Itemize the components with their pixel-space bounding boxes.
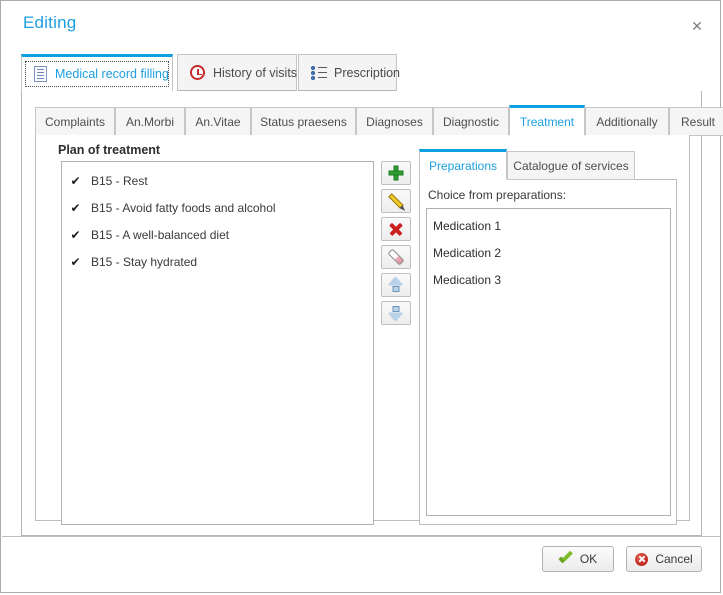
preparations-body: Choice from preparations: Medication 1 M… <box>419 180 677 525</box>
list-item[interactable]: Medication 2 <box>427 240 670 267</box>
list-item[interactable]: ✔ B15 - Stay hydrated <box>62 248 373 275</box>
dialog-footer: OK Cancel <box>1 537 722 593</box>
add-button[interactable] <box>381 161 411 185</box>
tab-preparations[interactable]: Preparations <box>419 149 507 180</box>
inner-tab-strip: Complaints An.Morbi An.Vitae Status prae… <box>35 105 723 136</box>
tab-an-morbi[interactable]: An.Morbi <box>115 107 185 136</box>
tab-label: Catalogue of services <box>513 158 629 173</box>
eraser-icon <box>387 248 405 266</box>
tab-label: History of visits <box>213 65 298 80</box>
plan-toolbar <box>381 161 411 329</box>
close-icon[interactable]: ✕ <box>688 17 706 35</box>
plan-of-treatment-label: Plan of treatment <box>58 143 161 157</box>
tab-status-praesens[interactable]: Status praesens <box>251 107 356 136</box>
list-icon <box>311 65 327 80</box>
ok-button[interactable]: OK <box>542 546 614 572</box>
list-item[interactable]: Medication 3 <box>427 267 670 294</box>
check-icon: ✔ <box>70 254 81 269</box>
list-item[interactable]: Medication 1 <box>427 213 670 240</box>
tab-label: Medical record filling <box>55 66 169 81</box>
tab-label: Complaints <box>44 114 106 129</box>
tab-an-vitae[interactable]: An.Vitae <box>185 107 251 136</box>
preparations-panel: Preparations Catalogue of services Choic… <box>419 149 677 525</box>
tab-complaints[interactable]: Complaints <box>35 107 115 136</box>
tab-label: Prescription <box>334 65 400 80</box>
edit-button[interactable] <box>381 189 411 213</box>
list-item-label: B15 - Avoid fatty foods and alcohol <box>91 200 276 215</box>
cancel-icon <box>635 552 649 566</box>
list-item[interactable]: ✔ B15 - A well-balanced diet <box>62 221 373 248</box>
plus-icon <box>388 165 404 181</box>
tab-label: Status praesens <box>260 114 347 129</box>
list-item-label: B15 - Rest <box>91 173 148 188</box>
list-item[interactable]: ✔ B15 - Avoid fatty foods and alcohol <box>62 194 373 221</box>
outer-tab-strip: Medical record filling History of visits… <box>21 54 702 92</box>
outer-tab-panel: Complaints An.Morbi An.Vitae Status prae… <box>21 91 723 536</box>
tab-prescription[interactable]: Prescription <box>298 54 400 91</box>
tab-label: Diagnoses <box>366 114 423 129</box>
tab-label: An.Vitae <box>195 114 241 129</box>
document-icon <box>34 65 47 82</box>
tab-result[interactable]: Result <box>669 107 723 136</box>
cancel-button[interactable]: Cancel <box>626 546 702 572</box>
plan-of-treatment-list[interactable]: ✔ B15 - Rest ✔ B15 - Avoid fatty foods a… <box>61 161 374 525</box>
check-icon: ✔ <box>70 227 81 242</box>
tab-treatment[interactable]: Treatment <box>509 105 585 136</box>
check-icon <box>559 553 573 565</box>
list-item[interactable]: ✔ B15 - Rest <box>62 167 373 194</box>
tab-label: Preparations <box>428 158 498 173</box>
treatment-panel: Plan of treatment ✔ B15 - Rest ✔ B15 - A… <box>35 135 690 525</box>
list-item-label: B15 - A well-balanced diet <box>91 227 230 242</box>
tab-label: Treatment <box>519 114 575 129</box>
tab-diagnostic[interactable]: Diagnostic <box>433 107 509 136</box>
check-icon: ✔ <box>70 200 81 215</box>
tab-label: Additionally <box>596 114 658 129</box>
move-down-button[interactable] <box>381 301 411 325</box>
tab-history-of-visits[interactable]: History of visits <box>177 54 297 91</box>
list-item-label: B15 - Stay hydrated <box>91 254 198 269</box>
tab-additionally[interactable]: Additionally <box>585 107 669 136</box>
clock-icon <box>190 65 205 80</box>
arrow-down-icon <box>388 305 404 321</box>
delete-button[interactable] <box>381 217 411 241</box>
tab-label: An.Morbi <box>125 114 175 129</box>
tab-label: Result <box>680 114 715 129</box>
pencil-icon <box>388 193 404 209</box>
editing-dialog: Editing ✕ Medical record filling History… <box>0 0 723 593</box>
tab-diagnoses[interactable]: Diagnoses <box>356 107 433 136</box>
check-icon: ✔ <box>70 173 81 188</box>
tab-label: Diagnostic <box>442 114 500 129</box>
ok-button-label: OK <box>579 552 598 566</box>
arrow-up-icon <box>388 277 404 293</box>
tab-catalogue-of-services[interactable]: Catalogue of services <box>507 151 635 180</box>
preparations-tab-strip: Preparations Catalogue of services <box>419 149 677 180</box>
page-title: Editing <box>23 13 77 32</box>
cross-icon <box>389 222 404 237</box>
choice-from-preparations-label: Choice from preparations: <box>428 188 567 202</box>
clear-button[interactable] <box>381 245 411 269</box>
preparations-list[interactable]: Medication 1 Medication 2 Medication 3 <box>426 208 671 516</box>
cancel-button-label: Cancel <box>655 552 693 566</box>
tab-medical-record-filling[interactable]: Medical record filling <box>21 54 173 91</box>
title-bar: Editing ✕ <box>1 1 720 45</box>
move-up-button[interactable] <box>381 273 411 297</box>
